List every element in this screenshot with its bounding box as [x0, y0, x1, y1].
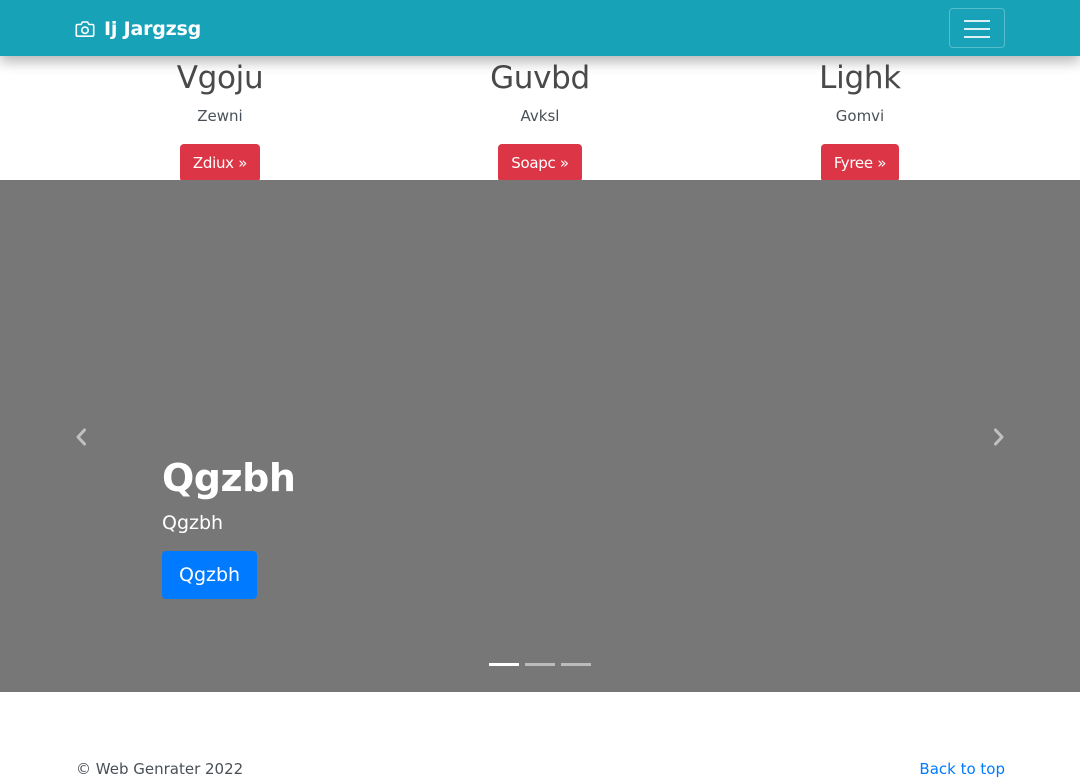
- feature-button[interactable]: Soapc »: [498, 144, 582, 182]
- feature-title: Vgoju: [176, 60, 264, 96]
- feature-column: Vgoju Zewni Zdiux »: [70, 56, 370, 182]
- footer: © Web Genrater 2022 Back to top: [0, 692, 1080, 780]
- feature-button[interactable]: Zdiux »: [179, 144, 261, 182]
- chevron-right-icon: [994, 428, 1004, 446]
- hamburger-menu-icon: [964, 20, 990, 22]
- carousel: Qgzbh Qgzbh Qgzbh: [0, 180, 1080, 692]
- feature-subtitle: Gomvi: [835, 107, 885, 125]
- carousel-cta-button[interactable]: Qgzbh: [162, 551, 258, 599]
- carousel-next-button[interactable]: [988, 427, 1008, 447]
- copyright-text: © Web Genrater 2022: [76, 760, 244, 778]
- carousel-prev-button[interactable]: [72, 427, 92, 447]
- carousel-indicator[interactable]: [489, 663, 519, 666]
- navbar-toggler-button[interactable]: [949, 8, 1005, 48]
- feature-subtitle: Zewni: [197, 107, 243, 125]
- carousel-indicator[interactable]: [561, 663, 591, 666]
- chevron-left-icon: [76, 428, 86, 446]
- feature-column: Guvbd Avksl Soapc »: [390, 56, 690, 182]
- feature-title: Lighk: [819, 60, 901, 96]
- hamburger-menu-icon: [964, 28, 990, 30]
- feature-subtitle: Avksl: [520, 107, 560, 125]
- carousel-caption: Qgzbh Qgzbh Qgzbh: [162, 455, 296, 599]
- carousel-text: Qgzbh: [162, 512, 224, 534]
- carousel-indicators: [489, 663, 591, 666]
- features-row: Vgoju Zewni Zdiux » Guvbd Avksl Soapc » …: [0, 56, 1080, 182]
- feature-title: Guvbd: [490, 60, 590, 96]
- feature-column: Lighk Gomvi Fyree »: [710, 56, 1010, 182]
- carousel-indicator[interactable]: [525, 663, 555, 666]
- brand-name: Ij Jargzsg: [104, 18, 202, 40]
- hamburger-menu-icon: [964, 36, 990, 38]
- back-to-top-link[interactable]: Back to top: [919, 759, 1005, 779]
- navbar: Ij Jargzsg: [0, 0, 1080, 56]
- brand-link[interactable]: Ij Jargzsg: [75, 16, 201, 42]
- carousel-heading: Qgzbh: [162, 456, 296, 500]
- feature-button[interactable]: Fyree »: [820, 144, 900, 182]
- camera-icon: [75, 21, 95, 37]
